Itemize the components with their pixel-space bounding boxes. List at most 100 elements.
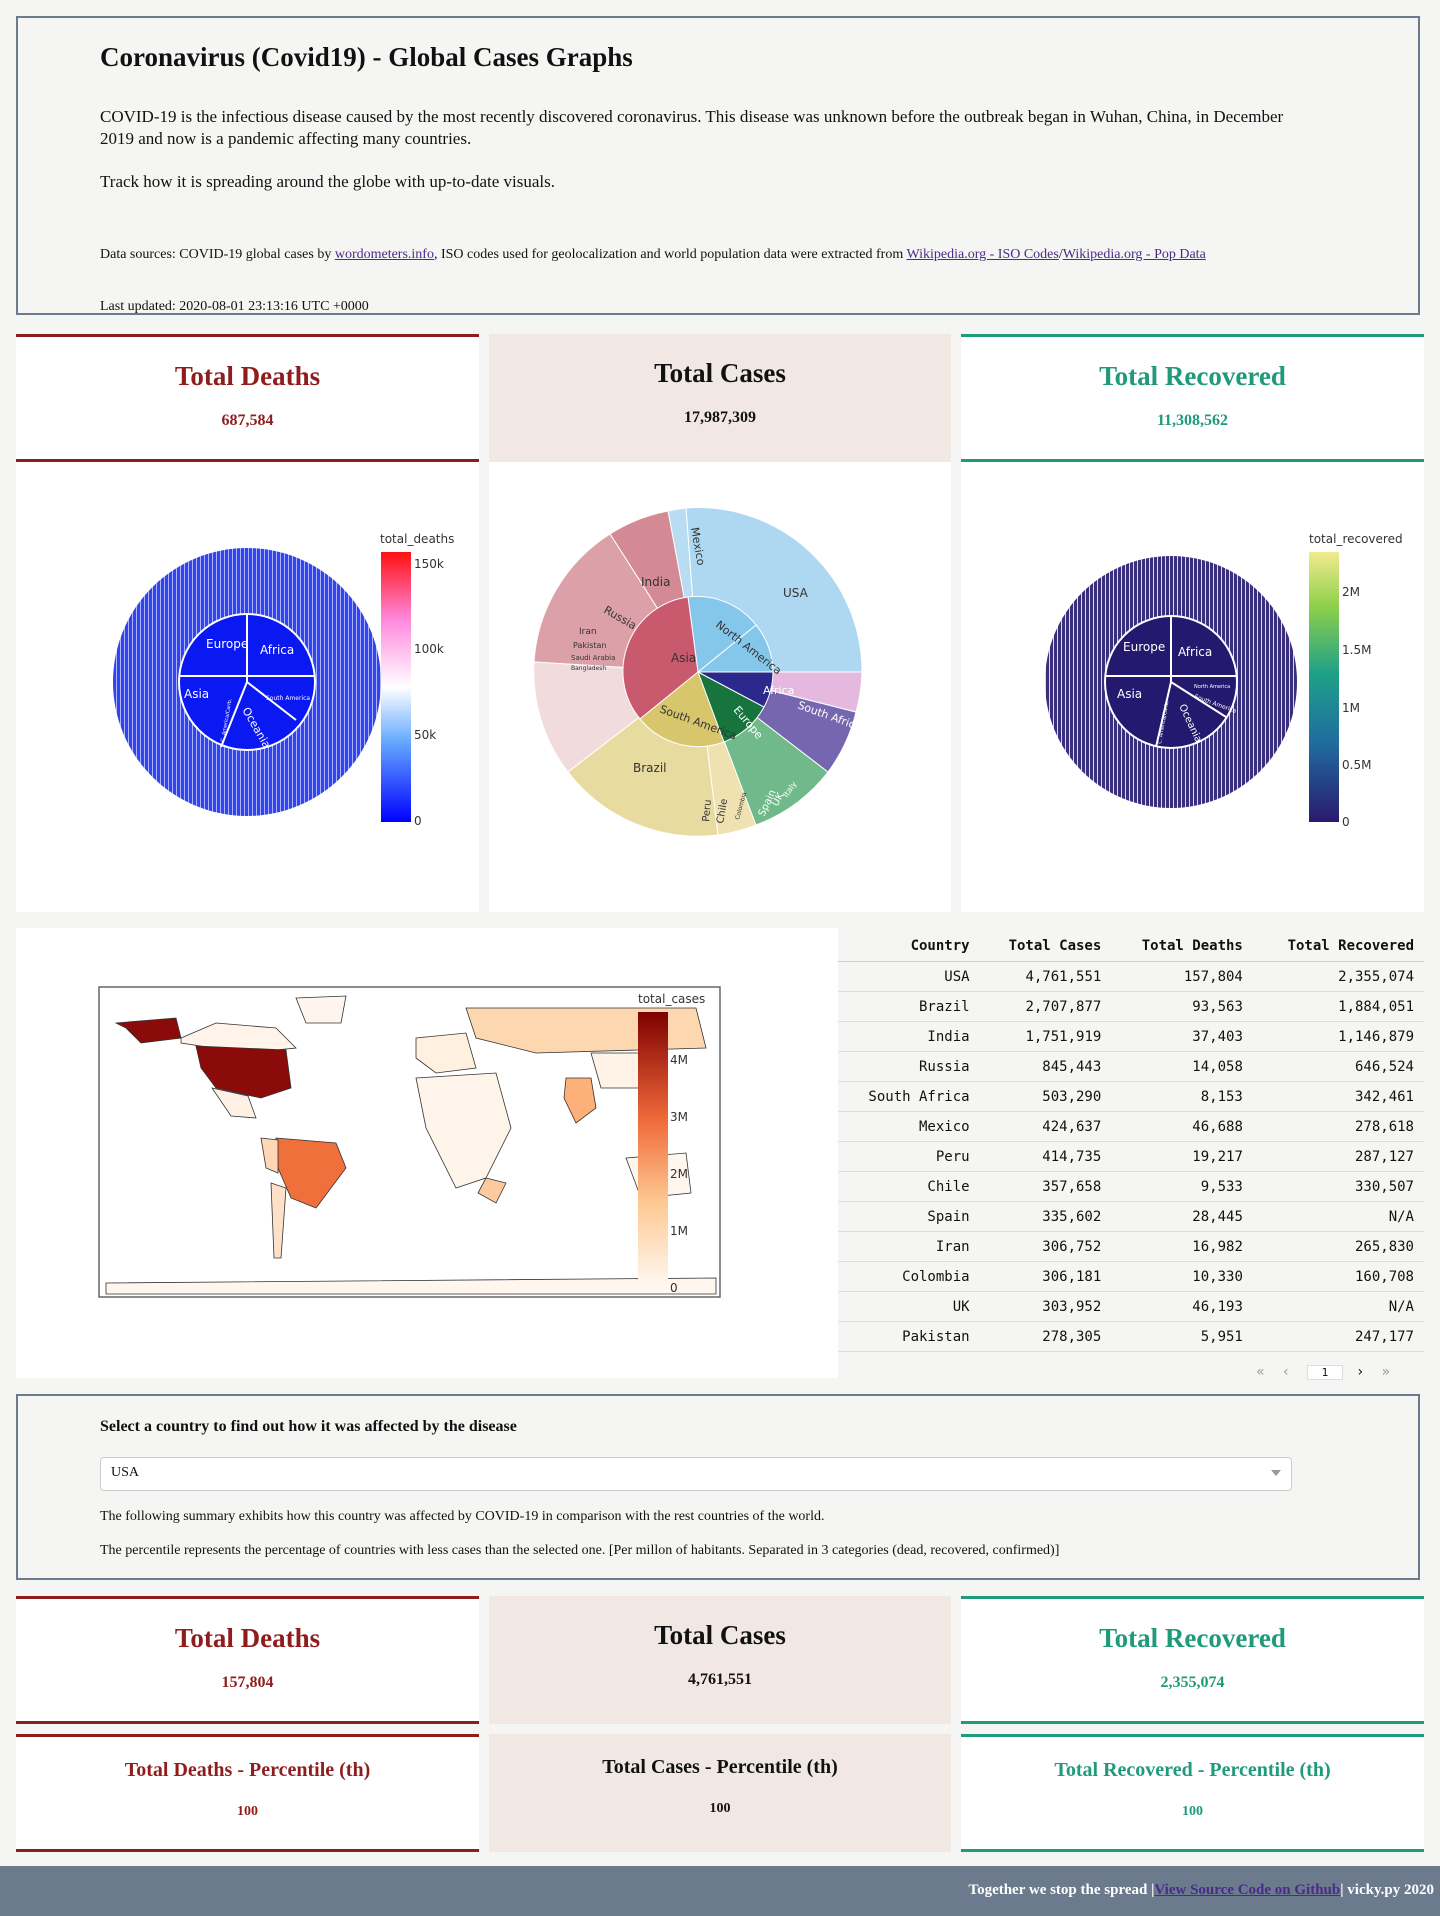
table-cell: 1,884,051: [1252, 991, 1424, 1022]
table-cell: 247,177: [1252, 1321, 1424, 1352]
table-row[interactable]: Russia 845,443 14,058 646,524: [838, 1051, 1424, 1082]
sb-label: USA: [783, 586, 809, 600]
table-row[interactable]: Peru 414,735 19,217 287,127: [838, 1141, 1424, 1172]
table-cell: Peru: [838, 1141, 980, 1172]
colorbar-title: total_deaths: [380, 532, 454, 546]
worldometers-link[interactable]: wordometers.info: [335, 247, 434, 262]
table-row[interactable]: Iran 306,752 16,982 265,830: [838, 1231, 1424, 1262]
sb-label: Pakistan: [573, 641, 607, 650]
sb-label: India: [641, 575, 670, 589]
table-row[interactable]: Chile 357,658 9,533 330,507: [838, 1171, 1424, 1202]
sb-label: Asia: [1117, 687, 1142, 701]
cases-sunburst-chart[interactable]: USA Mexico India Russia Iran Pakistan Sa…: [489, 462, 951, 912]
table-cell: 335,602: [979, 1201, 1112, 1232]
card-value: 100: [237, 1804, 258, 1819]
first-page-button[interactable]: «: [1256, 1364, 1265, 1380]
column-header[interactable]: Total Deaths: [1111, 931, 1253, 962]
table-cell: 19,217: [1111, 1141, 1253, 1172]
table-cell: N/A: [1252, 1291, 1424, 1322]
colorbar-tick: 4M: [670, 1053, 688, 1067]
global-cases-card: Total Cases 17,987,309: [489, 334, 951, 462]
deaths-percentile-card: Total Deaths - Percentile (th) 100: [16, 1734, 479, 1852]
header-panel: Coronavirus (Covid19) - Global Cases Gra…: [16, 16, 1420, 315]
world-choropleth-map[interactable]: total_cases 4M 3M 2M 1M 0: [16, 928, 838, 1378]
colorbar-tick: 2M: [1342, 585, 1360, 599]
table-cell: 93,563: [1111, 991, 1253, 1022]
table-cell: 2,355,074: [1252, 961, 1424, 992]
table-cell: 278,305: [979, 1321, 1112, 1352]
table-cell: N/A: [1252, 1201, 1424, 1232]
card-value: 157,804: [221, 1674, 274, 1691]
github-link[interactable]: View Source Code on Github: [1154, 1882, 1340, 1898]
card-title: Total Recovered: [1099, 361, 1286, 391]
colorbar-tick: 1M: [1342, 701, 1360, 715]
table-cell: India: [838, 1021, 980, 1052]
table-cell: 342,461: [1252, 1081, 1424, 1112]
table-cell: Chile: [838, 1171, 980, 1202]
country-cases-card: Total Cases 4,761,551: [489, 1596, 951, 1724]
percentile-note: The percentile represents the percentage…: [100, 1543, 1060, 1558]
page-number-input[interactable]: 1: [1307, 1365, 1344, 1380]
table-cell: Spain: [838, 1201, 980, 1232]
sb-label: Asia: [671, 651, 696, 665]
table-cell: Pakistan: [838, 1321, 980, 1352]
last-page-button[interactable]: »: [1382, 1364, 1391, 1380]
country-deaths-card: Total Deaths 157,804: [16, 1596, 479, 1724]
column-header[interactable]: Total Recovered: [1252, 931, 1424, 962]
country-dropdown[interactable]: USA: [100, 1457, 1292, 1491]
colorbar-tick: 0: [1342, 815, 1350, 829]
table-row[interactable]: South Africa 503,290 8,153 342,461: [838, 1081, 1424, 1112]
table-cell: 9,533: [1111, 1171, 1253, 1202]
column-header[interactable]: Country: [838, 931, 980, 962]
table-cell: 265,830: [1252, 1231, 1424, 1262]
table-row[interactable]: UK 303,952 46,193 N/A: [838, 1291, 1424, 1322]
column-header[interactable]: Total Cases: [979, 931, 1112, 962]
recovered-sunburst-chart[interactable]: Europe Africa Asia North America South A…: [961, 462, 1424, 912]
sb-label: Africa: [1178, 645, 1212, 659]
next-page-button[interactable]: ›: [1358, 1364, 1364, 1380]
table-cell: 1,751,919: [979, 1021, 1112, 1052]
table-row[interactable]: Mexico 424,637 46,688 278,618: [838, 1111, 1424, 1142]
table-cell: UK: [838, 1291, 980, 1322]
chevron-down-icon[interactable]: [1271, 1470, 1281, 1476]
sb-label: Brazil: [633, 761, 667, 775]
card-title: Total Deaths - Percentile (th): [124, 1759, 371, 1781]
track-text: Track how it is spreading around the glo…: [100, 172, 555, 191]
colorbar: [638, 1012, 668, 1282]
prev-page-button[interactable]: ‹: [1283, 1364, 1289, 1380]
table-cell: 2,707,877: [979, 991, 1112, 1022]
table-cell: 10,330: [1111, 1261, 1253, 1292]
cases-sunburst-panel: USA Mexico India Russia Iran Pakistan Sa…: [489, 462, 951, 912]
pop-data-link[interactable]: Wikipedia.org - Pop Data: [1063, 247, 1206, 262]
table-pagination: « ‹ 1 › »: [1256, 1364, 1390, 1380]
table-cell: Iran: [838, 1231, 980, 1262]
card-value: 100: [709, 1801, 731, 1816]
colorbar-tick: 50k: [414, 728, 436, 742]
colorbar-tick: 1M: [670, 1224, 688, 1238]
table-cell: Russia: [838, 1051, 980, 1082]
table-header-row: Country Total Cases Total Deaths Total R…: [838, 931, 1424, 962]
deaths-sunburst-chart[interactable]: Europe Africa Asia South America C. Amer…: [16, 462, 479, 912]
table-row[interactable]: Spain 335,602 28,445 N/A: [838, 1201, 1424, 1232]
table-cell: 160,708: [1252, 1261, 1424, 1292]
table-row[interactable]: India 1,751,919 37,403 1,146,879: [838, 1021, 1424, 1052]
table-row[interactable]: Colombia 306,181 10,330 160,708: [838, 1261, 1424, 1292]
table-row[interactable]: Pakistan 278,305 5,951 247,177: [838, 1321, 1424, 1352]
sb-label: Asia: [184, 687, 209, 701]
table-cell: 330,507: [1252, 1171, 1424, 1202]
table-cell: 16,982: [1111, 1231, 1253, 1262]
table-cell: 278,618: [1252, 1111, 1424, 1142]
iso-codes-link[interactable]: Wikipedia.org - ISO Codes: [906, 247, 1058, 262]
page-title: Coronavirus (Covid19) - Global Cases Gra…: [100, 42, 633, 72]
colorbar-tick: 0: [670, 1281, 678, 1295]
sb-label: South America: [266, 695, 310, 702]
table-cell: USA: [838, 961, 980, 992]
country-selector-panel: Select a country to find out how it was …: [16, 1394, 1420, 1580]
table-cell: 845,443: [979, 1051, 1112, 1082]
table-row[interactable]: Brazil 2,707,877 93,563 1,884,051: [838, 991, 1424, 1022]
data-sources: Data sources: COVID-19 global cases by w…: [100, 247, 1206, 262]
table-cell: Colombia: [838, 1261, 980, 1292]
table-row[interactable]: USA 4,761,551 157,804 2,355,074: [838, 961, 1424, 992]
world-map-panel: total_cases 4M 3M 2M 1M 0: [16, 928, 838, 1378]
table-cell: 1,146,879: [1252, 1021, 1424, 1052]
